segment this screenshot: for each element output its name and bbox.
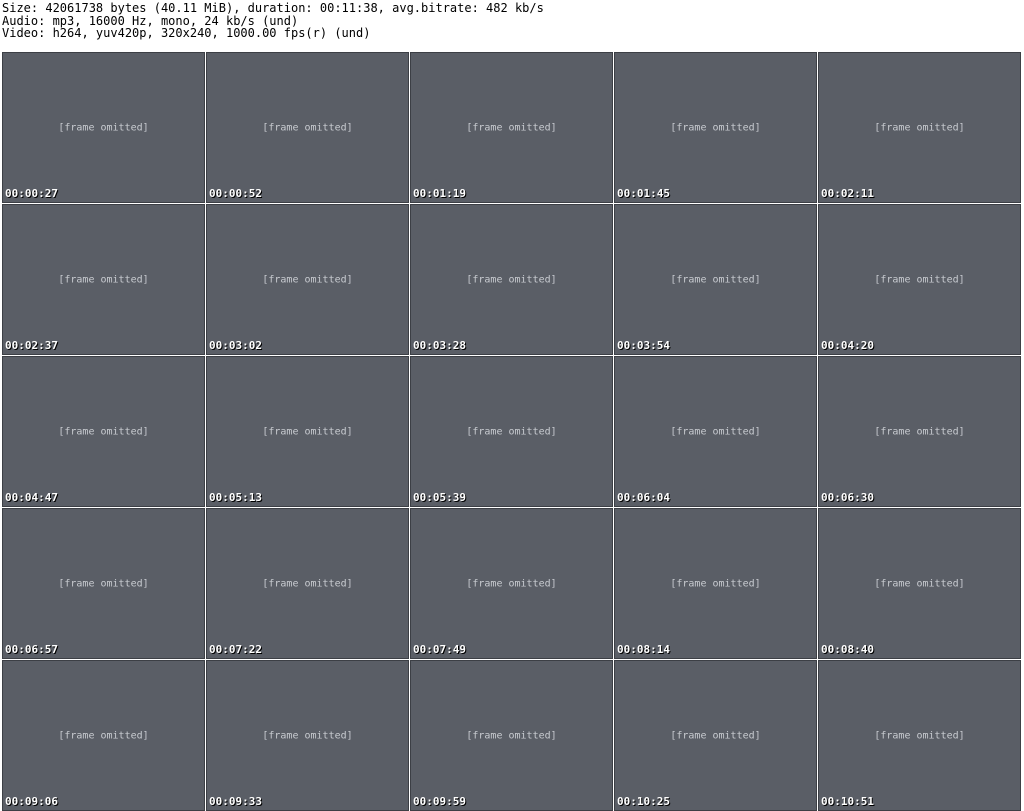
thumbnail-frame: [frame omitted] 00:06:57	[2, 508, 205, 659]
size-line: Size: 42061738 bytes (40.11 MiB), durati…	[2, 1, 544, 15]
thumbnail-frame: [frame omitted] 00:06:30	[818, 356, 1021, 507]
thumbnail-frame: [frame omitted] 00:09:59	[410, 660, 613, 811]
frame-placeholder: [frame omitted]	[874, 426, 965, 437]
thumbnail-frame: [frame omitted] 00:08:40	[818, 508, 1021, 659]
frame-timestamp: 00:06:30	[821, 491, 874, 504]
frame-placeholder: [frame omitted]	[874, 274, 965, 285]
frame-timestamp: 00:05:13	[209, 491, 262, 504]
frame-timestamp: 00:04:47	[5, 491, 58, 504]
frame-placeholder: [frame omitted]	[874, 122, 965, 133]
frame-placeholder: [frame omitted]	[262, 122, 353, 133]
frame-placeholder: [frame omitted]	[466, 122, 557, 133]
thumbnail-frame: [frame omitted] 00:09:06	[2, 660, 205, 811]
frame-placeholder: [frame omitted]	[670, 122, 761, 133]
thumbnail-frame: [frame omitted] 00:02:37	[2, 204, 205, 355]
frame-timestamp: 00:06:04	[617, 491, 670, 504]
thumbnail-frame: [frame omitted] 00:03:54	[614, 204, 817, 355]
frame-timestamp: 00:00:27	[5, 187, 58, 200]
media-info-header: Size: 42061738 bytes (40.11 MiB), durati…	[0, 0, 1024, 52]
frame-timestamp: 00:04:20	[821, 339, 874, 352]
frame-placeholder: [frame omitted]	[262, 730, 353, 741]
frame-timestamp: 00:05:39	[413, 491, 466, 504]
frame-placeholder: [frame omitted]	[58, 122, 149, 133]
frame-timestamp: 00:03:28	[413, 339, 466, 352]
frame-placeholder: [frame omitted]	[58, 730, 149, 741]
frame-placeholder: [frame omitted]	[874, 730, 965, 741]
thumbnail-frame: [frame omitted] 00:10:51	[818, 660, 1021, 811]
frame-placeholder: [frame omitted]	[262, 578, 353, 589]
thumbnail-frame: [frame omitted] 00:06:04	[614, 356, 817, 507]
thumbnail-frame: [frame omitted] 00:07:49	[410, 508, 613, 659]
thumbnail-frame: [frame omitted] 00:05:39	[410, 356, 613, 507]
frame-placeholder: [frame omitted]	[466, 730, 557, 741]
frame-timestamp: 00:01:45	[617, 187, 670, 200]
thumbnail-frame: [frame omitted] 00:03:02	[206, 204, 409, 355]
frame-placeholder: [frame omitted]	[58, 274, 149, 285]
frame-timestamp: 00:09:06	[5, 795, 58, 808]
frame-timestamp: 00:08:40	[821, 643, 874, 656]
thumbnail-frame: [frame omitted] 00:02:11	[818, 52, 1021, 203]
thumbnail-frame: [frame omitted] 00:10:25	[614, 660, 817, 811]
thumbnail-frame: [frame omitted] 00:00:27	[2, 52, 205, 203]
frame-placeholder: [frame omitted]	[670, 730, 761, 741]
thumbnail-frame: [frame omitted] 00:05:13	[206, 356, 409, 507]
frame-placeholder: [frame omitted]	[670, 578, 761, 589]
thumbnail-frame: [frame omitted] 00:04:47	[2, 356, 205, 507]
frame-timestamp: 00:02:11	[821, 187, 874, 200]
frame-placeholder: [frame omitted]	[466, 426, 557, 437]
frame-timestamp: 00:09:33	[209, 795, 262, 808]
thumbnail-frame: [frame omitted] 00:09:33	[206, 660, 409, 811]
thumbnail-frame: [frame omitted] 00:00:52	[206, 52, 409, 203]
frame-placeholder: [frame omitted]	[874, 578, 965, 589]
frame-placeholder: [frame omitted]	[262, 274, 353, 285]
frame-timestamp: 00:01:19	[413, 187, 466, 200]
thumbnail-frame: [frame omitted] 00:01:19	[410, 52, 613, 203]
frame-placeholder: [frame omitted]	[58, 426, 149, 437]
video-line: Video: h264, yuv420p, 320x240, 1000.00 f…	[2, 26, 371, 40]
frame-timestamp: 00:06:57	[5, 643, 58, 656]
frame-placeholder: [frame omitted]	[466, 578, 557, 589]
thumbnail-frame: [frame omitted] 00:07:22	[206, 508, 409, 659]
frame-placeholder: [frame omitted]	[262, 426, 353, 437]
thumbnail-frame: [frame omitted] 00:03:28	[410, 204, 613, 355]
frame-timestamp: 00:08:14	[617, 643, 670, 656]
frame-timestamp: 00:03:54	[617, 339, 670, 352]
frame-timestamp: 00:07:22	[209, 643, 262, 656]
frame-timestamp: 00:10:25	[617, 795, 670, 808]
frame-placeholder: [frame omitted]	[466, 274, 557, 285]
frame-timestamp: 00:07:49	[413, 643, 466, 656]
frame-timestamp: 00:03:02	[209, 339, 262, 352]
frame-placeholder: [frame omitted]	[58, 578, 149, 589]
thumbnail-frame: [frame omitted] 00:08:14	[614, 508, 817, 659]
thumbnail-grid: [frame omitted] 00:00:27 [frame omitted] 00…	[0, 52, 1024, 811]
frame-timestamp: 00:10:51	[821, 795, 874, 808]
frame-timestamp: 00:02:37	[5, 339, 58, 352]
frame-timestamp: 00:00:52	[209, 187, 262, 200]
frame-placeholder: [frame omitted]	[670, 426, 761, 437]
frame-placeholder: [frame omitted]	[670, 274, 761, 285]
frame-timestamp: 00:09:59	[413, 795, 466, 808]
thumbnail-frame: [frame omitted] 00:01:45	[614, 52, 817, 203]
thumbnail-frame: [frame omitted] 00:04:20	[818, 204, 1021, 355]
